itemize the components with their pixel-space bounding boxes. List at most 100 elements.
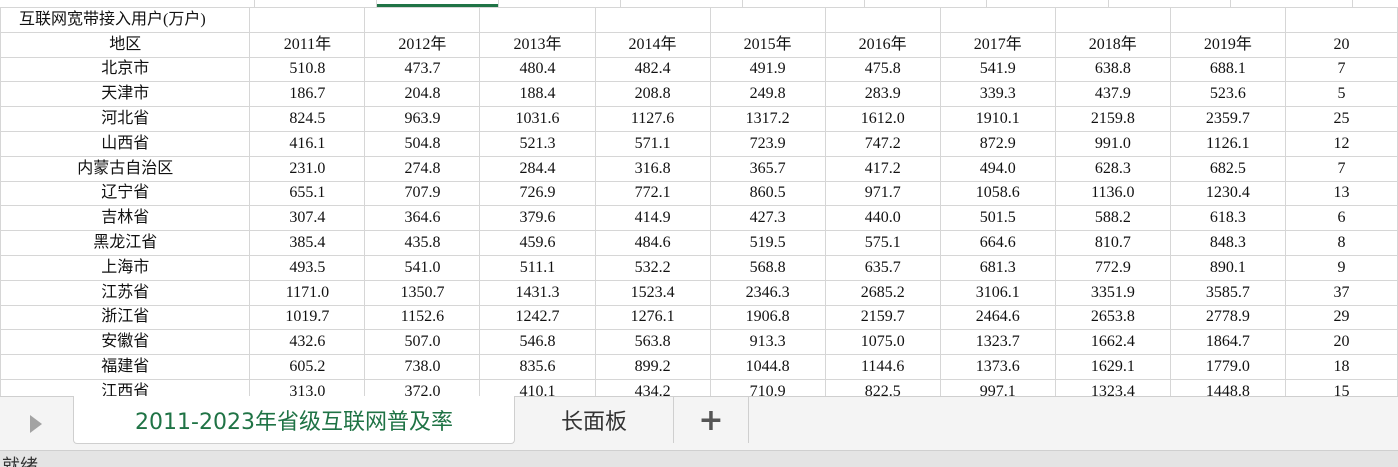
value-cell[interactable]: 12 (1284, 130, 1398, 157)
value-cell[interactable]: 1864.7 (1169, 329, 1286, 356)
value-cell[interactable]: 738.0 (364, 354, 481, 380)
value-cell[interactable]: 186.7 (249, 81, 366, 108)
value-cell[interactable]: 365.7 (709, 155, 826, 182)
value-cell[interactable]: 523.6 (1169, 81, 1286, 108)
value-cell[interactable]: 655.1 (249, 180, 366, 207)
value-cell[interactable]: 772.9 (1054, 254, 1171, 281)
value-cell[interactable]: 872.9 (939, 130, 1056, 157)
empty-cell[interactable] (939, 7, 1056, 33)
value-cell[interactable]: 249.8 (709, 81, 826, 108)
value-cell[interactable]: 1031.6 (479, 106, 596, 132)
year-header-cell[interactable]: 2016年 (824, 31, 941, 58)
region-cell[interactable]: 河北省 (0, 106, 251, 132)
value-cell[interactable]: 440.0 (824, 205, 941, 232)
year-header-cell[interactable]: 2011年 (249, 31, 366, 58)
value-cell[interactable]: 188.4 (479, 81, 596, 108)
value-cell[interactable]: 1058.6 (939, 180, 1056, 207)
empty-cell[interactable] (594, 7, 711, 33)
value-cell[interactable]: 707.9 (364, 180, 481, 207)
value-cell[interactable]: 747.2 (824, 130, 941, 157)
value-cell[interactable]: 1144.6 (824, 354, 941, 380)
region-cell[interactable]: 江西省 (0, 378, 251, 396)
value-cell[interactable]: 475.8 (824, 56, 941, 83)
value-cell[interactable]: 510.8 (249, 56, 366, 83)
value-cell[interactable]: 541.0 (364, 254, 481, 281)
region-cell[interactable]: 天津市 (0, 81, 251, 108)
region-cell[interactable]: 江苏省 (0, 279, 251, 306)
value-cell[interactable]: 435.8 (364, 230, 481, 256)
value-cell[interactable]: 414.9 (594, 205, 711, 232)
value-cell[interactable]: 588.2 (1054, 205, 1171, 232)
value-cell[interactable]: 2159.8 (1054, 106, 1171, 132)
tab-long-panel[interactable]: 长面板 (515, 397, 673, 443)
value-cell[interactable]: 410.1 (479, 378, 596, 396)
value-cell[interactable]: 890.1 (1169, 254, 1286, 281)
value-cell[interactable]: 417.2 (824, 155, 941, 182)
value-cell[interactable]: 15 (1284, 378, 1398, 396)
value-cell[interactable]: 284.4 (479, 155, 596, 182)
value-cell[interactable]: 532.2 (594, 254, 711, 281)
value-cell[interactable]: 9 (1284, 254, 1398, 281)
empty-cell[interactable] (479, 7, 596, 33)
value-cell[interactable]: 37 (1284, 279, 1398, 306)
value-cell[interactable]: 313.0 (249, 378, 366, 396)
region-cell[interactable]: 吉林省 (0, 205, 251, 232)
value-cell[interactable]: 710.9 (709, 378, 826, 396)
value-cell[interactable]: 8 (1284, 230, 1398, 256)
year-header-cell[interactable]: 20 (1284, 31, 1398, 58)
value-cell[interactable]: 1910.1 (939, 106, 1056, 132)
value-cell[interactable]: 7 (1284, 56, 1398, 83)
value-cell[interactable]: 1373.6 (939, 354, 1056, 380)
region-header-cell[interactable]: 地区 (0, 31, 251, 58)
region-cell[interactable]: 北京市 (0, 56, 251, 83)
value-cell[interactable]: 372.0 (364, 378, 481, 396)
value-cell[interactable]: 6 (1284, 205, 1398, 232)
value-cell[interactable]: 491.9 (709, 56, 826, 83)
value-cell[interactable]: 1126.1 (1169, 130, 1286, 157)
value-cell[interactable]: 628.3 (1054, 155, 1171, 182)
data-table[interactable]: 互联网宽带接入用户(万户) 地区 2011年 2012年 2013年 2014年 2015年… (0, 7, 1398, 396)
value-cell[interactable]: 963.9 (364, 106, 481, 132)
value-cell[interactable]: 1136.0 (1054, 180, 1171, 207)
region-cell[interactable]: 浙江省 (0, 304, 251, 331)
empty-cell[interactable] (1284, 7, 1398, 33)
value-cell[interactable]: 385.4 (249, 230, 366, 256)
value-cell[interactable]: 29 (1284, 304, 1398, 331)
value-cell[interactable]: 2778.9 (1169, 304, 1286, 331)
value-cell[interactable]: 822.5 (824, 378, 941, 396)
value-cell[interactable]: 364.6 (364, 205, 481, 232)
value-cell[interactable]: 824.5 (249, 106, 366, 132)
value-cell[interactable]: 664.6 (939, 230, 1056, 256)
sheet-nav-button[interactable] (0, 397, 72, 451)
value-cell[interactable]: 1171.0 (249, 279, 366, 306)
value-cell[interactable]: 274.8 (364, 155, 481, 182)
tab-internet-penetration[interactable]: 2011-2023年省级互联网普及率 (73, 396, 515, 444)
year-header-cell[interactable]: 2015年 (709, 31, 826, 58)
year-header-cell[interactable]: 2018年 (1054, 31, 1171, 58)
year-header-cell[interactable]: 2012年 (364, 31, 481, 58)
value-cell[interactable]: 5 (1284, 81, 1398, 108)
empty-cell[interactable] (1054, 7, 1171, 33)
value-cell[interactable]: 810.7 (1054, 230, 1171, 256)
value-cell[interactable]: 571.1 (594, 130, 711, 157)
value-cell[interactable]: 482.4 (594, 56, 711, 83)
value-cell[interactable]: 2346.3 (709, 279, 826, 306)
value-cell[interactable]: 1044.8 (709, 354, 826, 380)
value-cell[interactable]: 521.3 (479, 130, 596, 157)
empty-cell[interactable] (709, 7, 826, 33)
value-cell[interactable]: 638.8 (1054, 56, 1171, 83)
value-cell[interactable]: 493.5 (249, 254, 366, 281)
value-cell[interactable]: 7 (1284, 155, 1398, 182)
region-cell[interactable]: 安徽省 (0, 329, 251, 356)
value-cell[interactable]: 1779.0 (1169, 354, 1286, 380)
value-cell[interactable]: 1242.7 (479, 304, 596, 331)
value-cell[interactable]: 2653.8 (1054, 304, 1171, 331)
value-cell[interactable]: 519.5 (709, 230, 826, 256)
value-cell[interactable]: 1431.3 (479, 279, 596, 306)
region-cell[interactable]: 黑龙江省 (0, 230, 251, 256)
value-cell[interactable]: 3106.1 (939, 279, 1056, 306)
value-cell[interactable]: 2359.7 (1169, 106, 1286, 132)
value-cell[interactable]: 772.1 (594, 180, 711, 207)
value-cell[interactable]: 1152.6 (364, 304, 481, 331)
region-cell[interactable]: 山西省 (0, 130, 251, 157)
